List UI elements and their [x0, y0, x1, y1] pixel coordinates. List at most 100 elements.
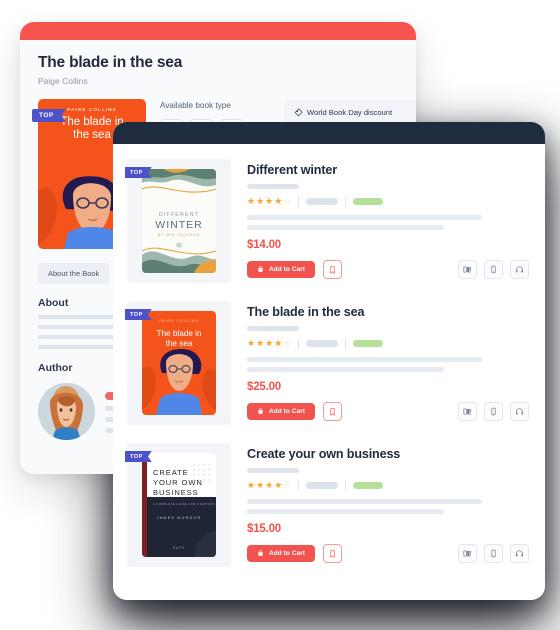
ebook-icon-button[interactable] [484, 402, 503, 421]
book-price: $15.00 [247, 523, 281, 535]
bookmark-button[interactable] [322, 260, 342, 279]
stock-chip [353, 482, 384, 489]
book-cover-different-winter: DIFFERENT WINTER BY MIA JACKSON ✻ MIA JA… [142, 169, 216, 273]
cover-art: DIFFERENT WINTER BY MIA JACKSON ✻ MIA JA… [142, 169, 216, 273]
tab-about-the-book[interactable]: About the Book [38, 263, 110, 284]
action-row: Add to Cart [247, 260, 529, 279]
ebook-icon [491, 407, 496, 416]
paperback-icon [463, 266, 472, 273]
divider [345, 197, 347, 206]
star-icon: ★ [247, 338, 256, 348]
star-icon: ★ [247, 480, 256, 490]
bookmark-button[interactable] [322, 402, 342, 421]
description-line [247, 499, 482, 504]
book-cover-create-your-own-business: CREATE YOUR OWN BUSINESS A COMPLETE GUID… [142, 453, 216, 557]
tag-icon [294, 108, 303, 117]
book-title: The blade in the sea [247, 305, 365, 319]
svg-text:PAIGE COLLINS: PAIGE COLLINS [159, 319, 199, 323]
author-portrait [38, 383, 95, 440]
star-icon: ☆ [283, 196, 292, 206]
divider [345, 339, 347, 348]
add-to-cart-button[interactable]: Add to Cart [247, 545, 315, 562]
description-line [247, 225, 444, 230]
rating-row: ★ ★ ★ ★ ☆ [247, 197, 529, 206]
star-icon: ★ [265, 338, 274, 348]
book-title: Different winter [247, 163, 337, 177]
format-group [458, 402, 529, 421]
divider [298, 481, 300, 490]
add-to-cart-label: Add to Cart [269, 266, 305, 273]
star-icon: ★ [247, 196, 256, 206]
audiobook-icon-button[interactable] [510, 402, 529, 421]
meta-chip [306, 198, 339, 205]
ebook-icon [491, 265, 496, 274]
action-row: Add to Cart [247, 402, 529, 421]
book-subtitle-placeholder [247, 184, 299, 189]
book-price: $25.00 [247, 381, 281, 393]
cover-art: PAIGE COLLINS The blade in the sea [142, 311, 216, 415]
star-icon: ★ [274, 196, 283, 206]
detail-panel-header-bar [20, 22, 416, 40]
book-subtitle-placeholder [247, 468, 299, 473]
svg-text:The blade in: The blade in [156, 329, 202, 338]
star-icon: ★ [265, 196, 274, 206]
cover-art: CREATE YOUR OWN BUSINESS A COMPLETE GUID… [142, 453, 216, 557]
svg-text:WINTER: WINTER [155, 219, 202, 231]
book-thumbnail-wrap: TOP DIFFERENT WINTER BY MIA JACKSON ✻ MI… [125, 159, 231, 283]
ebook-icon [491, 549, 496, 558]
list-item[interactable]: TOP PAIGE COLLINS The blade in the sea T… [113, 292, 545, 434]
audiobook-icon [516, 266, 523, 273]
screenshot-stage: The blade in the sea Paige Collins TOP P… [0, 0, 560, 630]
svg-text:JAMES MURDOR: JAMES MURDOR [157, 516, 202, 520]
meta-chip [306, 340, 339, 347]
page-title: The blade in the sea [38, 54, 183, 71]
svg-text:MIA JACKSON: MIA JACKSON [165, 266, 193, 270]
star-rating[interactable]: ★ ★ ★ ★ ☆ [247, 339, 291, 348]
book-list: TOP DIFFERENT WINTER BY MIA JACKSON ✻ MI… [113, 144, 545, 576]
add-to-cart-button[interactable]: Add to Cart [247, 403, 315, 420]
add-to-cart-button[interactable]: Add to Cart [247, 261, 315, 278]
list-item[interactable]: TOP CREATE YOUR OWN BUSINESS A COMPLETE … [113, 434, 545, 576]
cart-icon [258, 408, 263, 414]
audiobook-icon-button[interactable] [510, 260, 529, 279]
paperback-icon-button[interactable] [458, 260, 477, 279]
star-rating[interactable]: ★ ★ ★ ★ ☆ [247, 481, 291, 490]
svg-text:A COMPLETE GUIDE FOR STARTUPS: A COMPLETE GUIDE FOR STARTUPS [153, 502, 215, 506]
bookmark-icon [330, 265, 335, 274]
list-item[interactable]: TOP DIFFERENT WINTER BY MIA JACKSON ✻ MI… [113, 150, 545, 292]
audiobook-icon [516, 550, 523, 557]
stock-chip [353, 340, 384, 347]
ebook-icon-button[interactable] [484, 260, 503, 279]
svg-text:✻: ✻ [176, 241, 183, 250]
book-thumbnail-wrap: TOP CREATE YOUR OWN BUSINESS A COMPLETE … [125, 443, 231, 567]
star-icon: ★ [274, 480, 283, 490]
description-line [247, 215, 482, 220]
svg-text:CREATE: CREATE [153, 468, 189, 477]
bookmark-icon [330, 549, 335, 558]
divider [298, 197, 300, 206]
list-panel-header-bar [113, 122, 545, 144]
star-rating[interactable]: ★ ★ ★ ★ ☆ [247, 197, 291, 206]
page-author: Paige Collins [38, 76, 88, 86]
paperback-icon-button[interactable] [458, 402, 477, 421]
audiobook-icon-button[interactable] [510, 544, 529, 563]
star-icon: ★ [274, 338, 283, 348]
top-badge: TOP [125, 451, 152, 462]
format-group [458, 260, 529, 279]
book-subtitle-placeholder [247, 326, 299, 331]
book-cover-blade-in-the-sea: PAIGE COLLINS The blade in the sea [142, 311, 216, 415]
paperback-icon [463, 408, 472, 415]
book-title: Create your own business [247, 447, 401, 461]
svg-text:BAPS: BAPS [173, 546, 186, 550]
star-icon: ★ [256, 338, 265, 348]
divider [345, 481, 347, 490]
ebook-icon-button[interactable] [484, 544, 503, 563]
description-line [247, 509, 444, 514]
meta-chip [306, 482, 339, 489]
bookmark-button[interactable] [322, 544, 342, 563]
promo-header: World Book Day discount [294, 108, 416, 117]
paperback-icon-button[interactable] [458, 544, 477, 563]
svg-text:YOUR OWN: YOUR OWN [153, 478, 203, 487]
audiobook-icon [516, 408, 523, 415]
book-list-panel: TOP DIFFERENT WINTER BY MIA JACKSON ✻ MI… [113, 122, 545, 600]
